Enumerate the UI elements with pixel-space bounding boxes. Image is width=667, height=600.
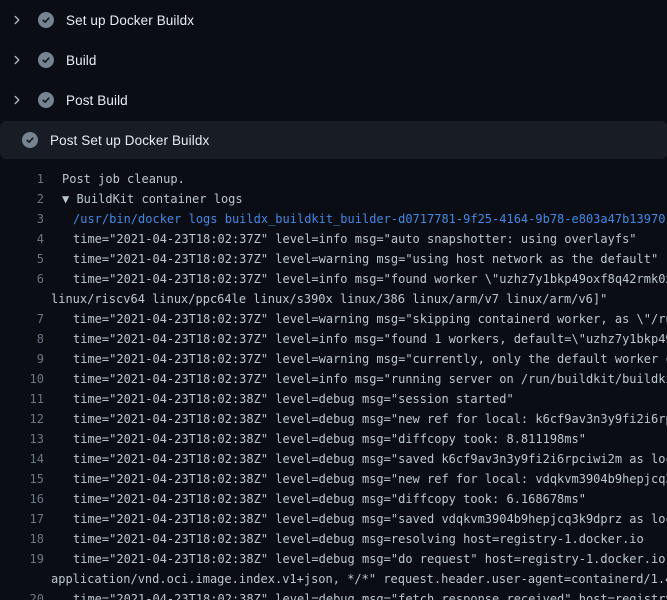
line-number[interactable]: 6: [0, 269, 44, 289]
line-number[interactable]: 7: [0, 309, 44, 329]
workflow-log-viewer: Set up Docker Buildx Build Post Build: [0, 0, 667, 600]
step-header[interactable]: Post Build: [0, 80, 667, 120]
log-text: time="2021-04-23T18:02:38Z" level=debug …: [44, 549, 667, 569]
log-line: 12 time="2021-04-23T18:02:38Z" level=deb…: [0, 409, 667, 429]
log-line: 15 time="2021-04-23T18:02:38Z" level=deb…: [0, 469, 667, 489]
check-circle-icon: [38, 12, 54, 28]
log-text: time="2021-04-23T18:02:38Z" level=debug …: [44, 589, 667, 600]
log-text: time="2021-04-23T18:02:38Z" level=debug …: [44, 509, 667, 529]
log-line: 5 time="2021-04-23T18:02:37Z" level=warn…: [0, 249, 667, 269]
line-number[interactable]: 4: [0, 229, 44, 249]
step-list: Set up Docker Buildx Build Post Build: [0, 0, 667, 159]
log-text: time="2021-04-23T18:02:37Z" level=info m…: [44, 329, 667, 349]
log-line: 7 time="2021-04-23T18:02:37Z" level=warn…: [0, 309, 667, 329]
log-line: 19 time="2021-04-23T18:02:38Z" level=deb…: [0, 549, 667, 569]
chevron-right-icon: [9, 12, 25, 28]
line-number[interactable]: 16: [0, 489, 44, 509]
log-text: time="2021-04-23T18:02:37Z" level=info m…: [44, 269, 667, 289]
log-text: time="2021-04-23T18:02:38Z" level=debug …: [44, 529, 644, 549]
log-line: 13 time="2021-04-23T18:02:38Z" level=deb…: [0, 429, 667, 449]
log-text[interactable]: ▼ BuildKit container logs: [44, 189, 243, 209]
log-text: Post job cleanup.: [44, 169, 185, 189]
check-circle-icon: [38, 52, 54, 68]
log-line: 3 /usr/bin/docker logs buildx_buildkit_b…: [0, 209, 667, 229]
log-line: 8 time="2021-04-23T18:02:37Z" level=info…: [0, 329, 667, 349]
line-number[interactable]: 17: [0, 509, 44, 529]
step-header[interactable]: Set up Docker Buildx: [0, 0, 667, 40]
line-number[interactable]: 9: [0, 349, 44, 369]
log-line: 11 time="2021-04-23T18:02:38Z" level=deb…: [0, 389, 667, 409]
log-text: time="2021-04-23T18:02:37Z" level=warnin…: [44, 249, 658, 269]
log-text: linux/riscv64 linux/ppc64le linux/s390x …: [44, 289, 607, 309]
line-number[interactable]: [0, 289, 44, 309]
log-text: time="2021-04-23T18:02:37Z" level=warnin…: [44, 309, 667, 329]
line-number[interactable]: 14: [0, 449, 44, 469]
log-text: time="2021-04-23T18:02:37Z" level=warnin…: [44, 349, 667, 369]
log-line: linux/riscv64 linux/ppc64le linux/s390x …: [0, 289, 667, 309]
log-line: 20 time="2021-04-23T18:02:38Z" level=deb…: [0, 589, 667, 600]
log-text: application/vnd.oci.image.index.v1+json,…: [44, 569, 667, 589]
log-lines: 1 Post job cleanup. 2 ▼ BuildKit contain…: [0, 160, 667, 600]
line-number[interactable]: 11: [0, 389, 44, 409]
log-line: 1 Post job cleanup.: [0, 169, 667, 189]
chevron-right-icon: [9, 52, 25, 68]
log-text: time="2021-04-23T18:02:38Z" level=debug …: [44, 489, 586, 509]
log-line: 17 time="2021-04-23T18:02:38Z" level=deb…: [0, 509, 667, 529]
step-header[interactable]: Post Set up Docker Buildx: [0, 121, 667, 159]
log-line: 18 time="2021-04-23T18:02:38Z" level=deb…: [0, 529, 667, 549]
step-label: Post Set up Docker Buildx: [50, 133, 209, 148]
log-text: time="2021-04-23T18:02:38Z" level=debug …: [44, 449, 667, 469]
check-circle-icon: [38, 92, 54, 108]
line-number[interactable]: 18: [0, 529, 44, 549]
log-text: time="2021-04-23T18:02:37Z" level=info m…: [44, 369, 667, 389]
log-text: time="2021-04-23T18:02:37Z" level=info m…: [44, 229, 637, 249]
log-text: time="2021-04-23T18:02:38Z" level=debug …: [44, 429, 586, 449]
line-number[interactable]: 13: [0, 429, 44, 449]
line-number[interactable]: 19: [0, 549, 44, 569]
log-line: 14 time="2021-04-23T18:02:38Z" level=deb…: [0, 449, 667, 469]
log-text: time="2021-04-23T18:02:38Z" level=debug …: [44, 469, 667, 489]
check-circle-icon: [22, 132, 38, 148]
log-text: time="2021-04-23T18:02:38Z" level=debug …: [44, 409, 667, 429]
log-line: 6 time="2021-04-23T18:02:37Z" level=info…: [0, 269, 667, 289]
line-number[interactable]: 12: [0, 409, 44, 429]
step-label: Post Build: [66, 93, 128, 108]
line-number[interactable]: [0, 569, 44, 589]
log-line: 4 time="2021-04-23T18:02:37Z" level=info…: [0, 229, 667, 249]
line-number[interactable]: 15: [0, 469, 44, 489]
log-line: 10 time="2021-04-23T18:02:37Z" level=inf…: [0, 369, 667, 389]
line-number[interactable]: 1: [0, 169, 44, 189]
log-line: 16 time="2021-04-23T18:02:38Z" level=deb…: [0, 489, 667, 509]
step-label: Build: [66, 53, 97, 68]
log-text: time="2021-04-23T18:02:38Z" level=debug …: [44, 389, 514, 409]
line-number[interactable]: 10: [0, 369, 44, 389]
line-number[interactable]: 3: [0, 209, 44, 229]
step-label: Set up Docker Buildx: [66, 13, 194, 28]
chevron-right-icon: [9, 92, 25, 108]
log-line: 9 time="2021-04-23T18:02:37Z" level=warn…: [0, 349, 667, 369]
line-number[interactable]: 8: [0, 329, 44, 349]
log-text: /usr/bin/docker logs buildx_buildkit_bui…: [44, 209, 665, 229]
step-header[interactable]: Build: [0, 40, 667, 80]
line-number[interactable]: 5: [0, 249, 44, 269]
line-number[interactable]: 2: [0, 189, 44, 209]
log-line: 2 ▼ BuildKit container logs: [0, 189, 667, 209]
log-line: application/vnd.oci.image.index.v1+json,…: [0, 569, 667, 589]
line-number[interactable]: 20: [0, 589, 44, 600]
